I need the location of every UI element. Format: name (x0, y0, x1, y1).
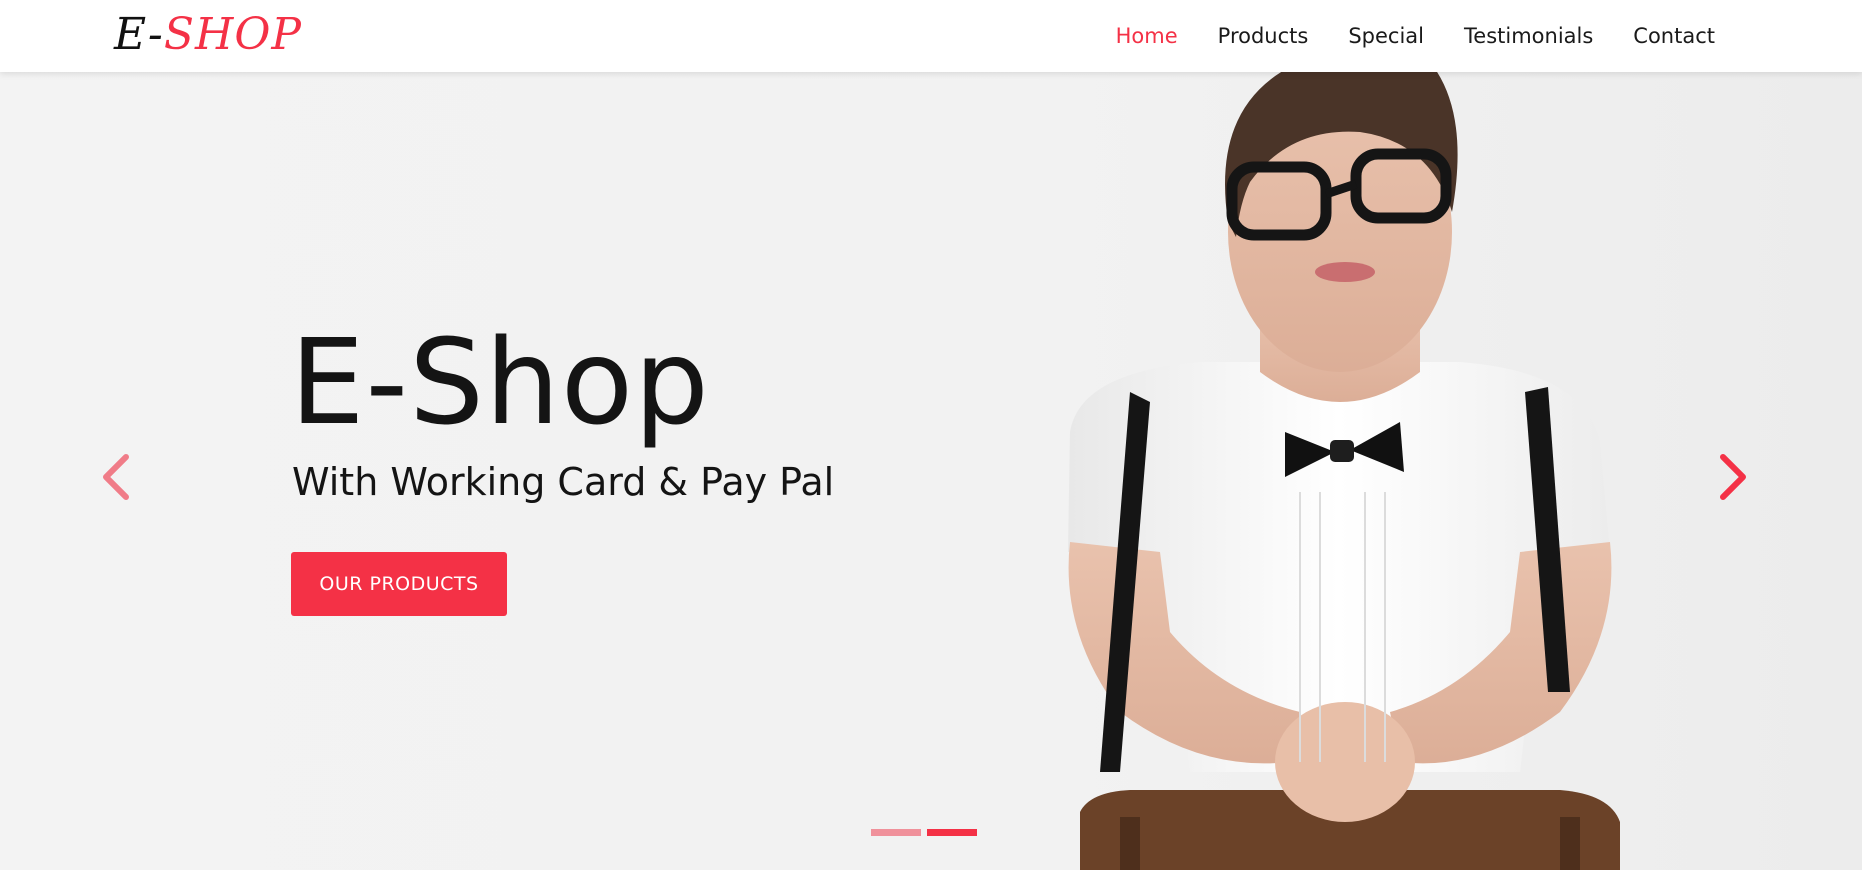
hero-carousel: E-Shop With Working Card & Pay Pal OUR P… (0, 72, 1862, 870)
carousel-indicator-1[interactable] (871, 829, 921, 836)
nav-contact[interactable]: Contact (1633, 24, 1715, 48)
nav-home[interactable]: Home (1116, 24, 1178, 48)
chevron-right-icon (1720, 454, 1746, 500)
carousel-next-button[interactable] (1713, 447, 1753, 507)
nav-products[interactable]: Products (1218, 24, 1309, 48)
logo-text-shop: SHOP (163, 9, 303, 60)
carousel-prev-button[interactable] (96, 447, 136, 507)
site-header: E-SHOP Home Products Special Testimonial… (0, 0, 1862, 72)
carousel-indicators (871, 829, 983, 836)
nav-testimonials[interactable]: Testimonials (1464, 24, 1593, 48)
main-nav: Home Products Special Testimonials Conta… (1076, 0, 1715, 72)
nav-special[interactable]: Special (1348, 24, 1424, 48)
hero-title: E-Shop (290, 313, 710, 451)
our-products-button[interactable]: OUR PRODUCTS (291, 552, 507, 616)
logo[interactable]: E-SHOP (114, 8, 302, 62)
logo-text-e: E- (114, 9, 164, 60)
chevron-left-icon (103, 454, 129, 500)
hero-subtitle: With Working Card & Pay Pal (292, 460, 835, 504)
hero-model-image (1068, 72, 1620, 870)
carousel-indicator-2[interactable] (927, 829, 977, 836)
